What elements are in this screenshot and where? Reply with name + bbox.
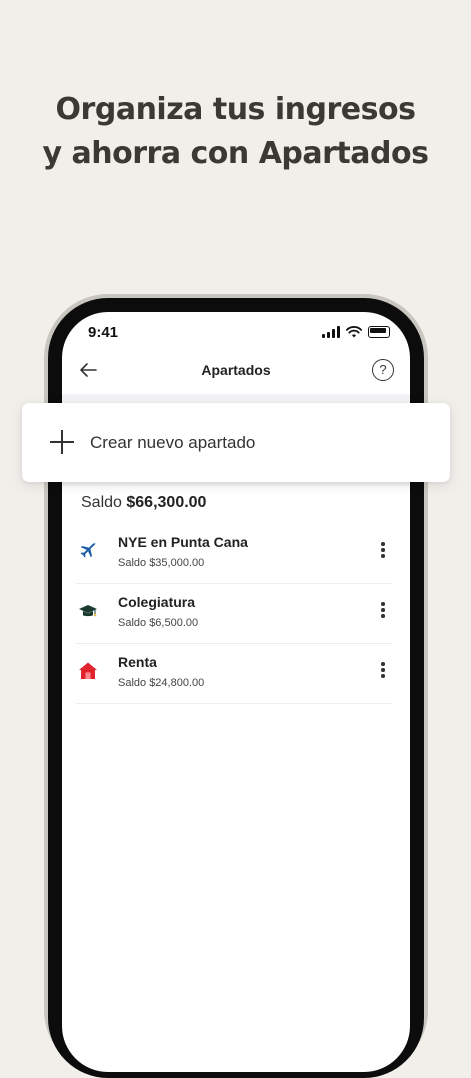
apartado-balance: Saldo $24,800.00 [118, 677, 205, 689]
status-time: 9:41 [88, 324, 119, 341]
airplane-icon [80, 543, 96, 558]
list-item[interactable]: NYE en Punta Cana Saldo $35,000.00 [76, 524, 392, 584]
nav-bar: Apartados ? [62, 352, 410, 392]
apartado-balance: Saldo $6,500.00 [118, 617, 199, 629]
total-balance: Saldo $66,300.00 [81, 494, 206, 512]
house-icon [79, 662, 97, 679]
create-apartado-label: Crear nuevo apartado [90, 433, 256, 452]
balance-amount: $66,300.00 [126, 494, 207, 511]
more-options-icon[interactable] [378, 662, 388, 682]
apartado-balance: Saldo $35,000.00 [118, 557, 205, 569]
apartados-list: NYE en Punta Cana Saldo $35,000.00 Coleg… [76, 524, 392, 704]
page-title: Apartados [201, 362, 271, 378]
balance-label: Saldo [81, 494, 122, 511]
battery-icon [368, 326, 390, 338]
list-item[interactable]: Renta Saldo $24,800.00 [76, 644, 392, 704]
list-item[interactable]: Colegiatura Saldo $6,500.00 [76, 584, 392, 644]
more-options-icon[interactable] [378, 542, 388, 562]
create-apartado-button[interactable]: Crear nuevo apartado [22, 403, 450, 482]
more-options-icon[interactable] [378, 602, 388, 622]
apartado-title: NYE en Punta Cana [118, 534, 248, 550]
headline-line-2: y ahorra con Apartados [42, 136, 429, 171]
graduation-cap-icon [79, 605, 97, 617]
cellular-signal-icon [322, 326, 340, 338]
plus-icon [50, 430, 74, 454]
headline: Organiza tus ingresos y ahorra con Apart… [0, 88, 471, 176]
status-bar: 9:41 [62, 312, 410, 352]
headline-line-1: Organiza tus ingresos [55, 92, 416, 127]
apartado-title: Renta [118, 654, 157, 670]
help-icon[interactable]: ? [372, 359, 394, 381]
status-icons [322, 326, 390, 338]
wifi-icon [346, 326, 362, 338]
apartado-title: Colegiatura [118, 594, 196, 610]
